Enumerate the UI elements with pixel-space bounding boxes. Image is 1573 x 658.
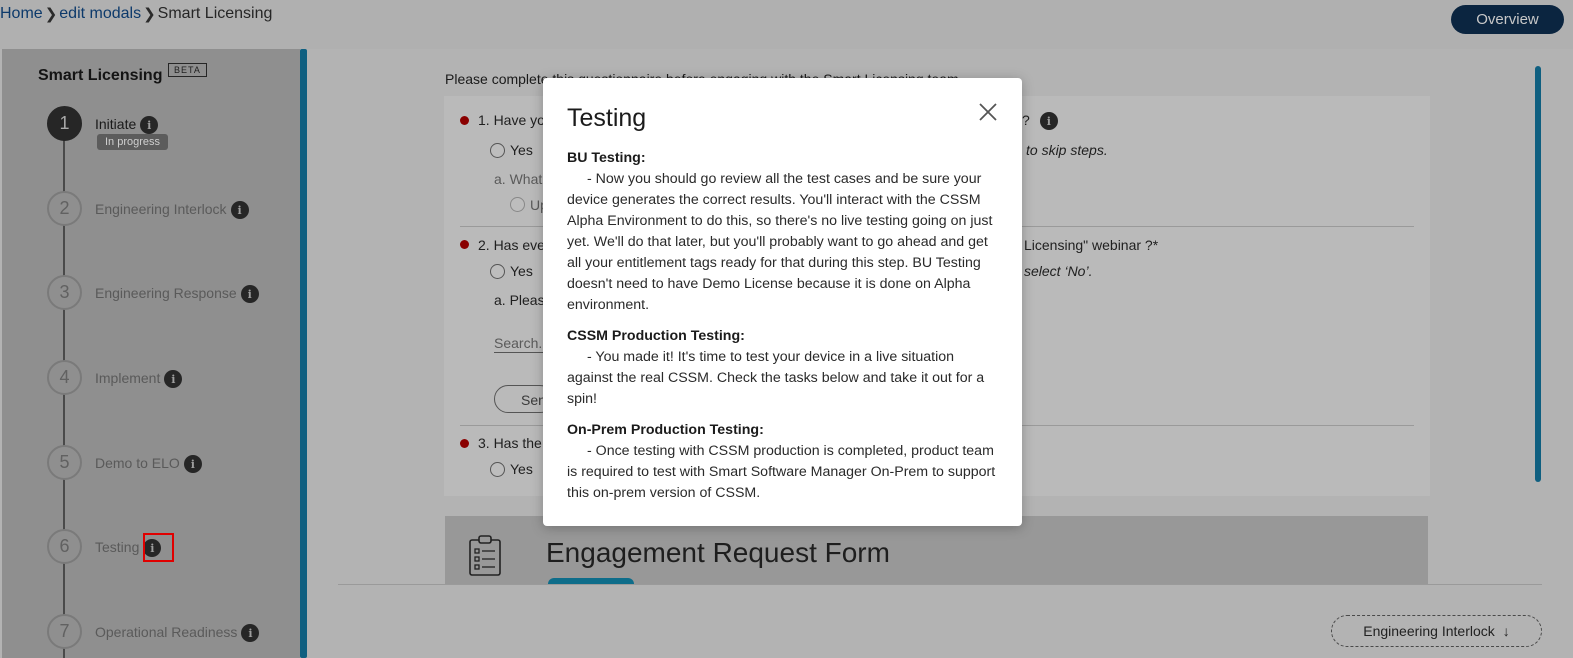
question-3-text: 3. Has the xyxy=(478,435,542,451)
sidebar-scrollbar[interactable] xyxy=(300,49,307,658)
q2-hint: select ‘No’. xyxy=(1024,263,1093,279)
step-number: 7 xyxy=(47,614,82,649)
top-header: Home ❯ edit modals ❯ Smart Licensing Ove… xyxy=(0,0,1573,49)
breadcrumb-chevron-icon: ❯ xyxy=(44,6,58,23)
breadcrumb-home-link[interactable]: Home xyxy=(0,5,43,23)
sidebar-step-testing[interactable]: 6 Testing i xyxy=(47,529,307,569)
info-icon[interactable]: i xyxy=(164,370,183,389)
step-number: 3 xyxy=(47,275,82,310)
q3-yes-radio[interactable] xyxy=(490,462,505,477)
beta-badge: BETA xyxy=(168,63,207,77)
step-label: Demo to ELO xyxy=(95,455,180,471)
sidebar-step-engineering-response[interactable]: 3 Engineering Response i xyxy=(47,275,307,315)
info-icon[interactable]: i xyxy=(230,201,249,220)
testing-info-highlight xyxy=(143,533,174,562)
breadcrumb: Home ❯ edit modals ❯ Smart Licensing xyxy=(0,5,272,23)
info-icon[interactable]: i xyxy=(240,285,259,304)
q2-yes-label: Yes xyxy=(510,263,533,279)
info-icon[interactable]: i xyxy=(140,116,159,135)
section-heading: BU Testing: xyxy=(567,150,646,166)
status-badge: In progress xyxy=(97,134,169,150)
sidebar: Smart Licensing BETA 1 Initiate i In prog… xyxy=(2,49,300,658)
overview-button[interactable]: Overview xyxy=(1451,5,1564,34)
section-body: - Now you should go review all the test … xyxy=(567,171,993,313)
q1-yes-label: Yes xyxy=(510,142,533,158)
step-number: 5 xyxy=(47,445,82,480)
step-number: 4 xyxy=(47,360,82,395)
step-label: Engineering Interlock xyxy=(95,201,227,217)
q3-yes-label: Yes xyxy=(510,461,533,477)
q1-sub-question: a. What xyxy=(494,171,543,187)
breadcrumb-chevron-icon: ❯ xyxy=(143,6,156,23)
sidebar-step-initiate[interactable]: 1 Initiate i In progress xyxy=(47,106,307,150)
info-icon[interactable]: i xyxy=(183,455,202,474)
q1-hint: to skip steps. xyxy=(1026,142,1108,158)
q1-yes-radio[interactable] xyxy=(490,143,505,158)
sidebar-step-demo-to-elo[interactable]: 5 Demo to ELO i xyxy=(47,445,307,485)
section-body: - You made it! It's time to test your de… xyxy=(567,349,985,407)
question-2-text: 2. Has eve xyxy=(478,237,545,253)
question-1-tail-text: ? xyxy=(1022,112,1030,128)
required-dot xyxy=(460,240,469,249)
step-number: 2 xyxy=(47,191,82,226)
question-2-tail: Licensing" webinar ?* xyxy=(1024,237,1159,253)
section-body: - Once testing with CSSM production is c… xyxy=(567,443,996,501)
step-label: Implement xyxy=(95,370,161,386)
next-step-button[interactable]: Engineering Interlock ↓ xyxy=(1331,615,1542,647)
step-label: Operational Readiness xyxy=(95,624,238,640)
section-heading: On-Prem Production Testing: xyxy=(567,422,764,438)
info-icon[interactable]: i xyxy=(1039,112,1058,131)
q1-sub-radio[interactable] xyxy=(510,197,525,212)
required-dot xyxy=(460,116,469,125)
q2-yes-radio[interactable] xyxy=(490,264,505,279)
breadcrumb-edit-modals-link[interactable]: edit modals xyxy=(59,5,141,23)
modal-title: Testing xyxy=(567,104,647,132)
step-number: 6 xyxy=(47,529,82,564)
sidebar-step-engineering-interlock[interactable]: 2 Engineering Interlock i xyxy=(47,191,307,231)
close-icon[interactable] xyxy=(976,100,1000,124)
next-step-label: Engineering Interlock xyxy=(1363,623,1495,639)
required-dot xyxy=(460,439,469,448)
clipboard-icon xyxy=(469,535,501,576)
testing-modal: Testing BU Testing: - Now you should go … xyxy=(543,78,1022,526)
step-label: Engineering Response xyxy=(95,285,237,301)
bottom-divider xyxy=(338,584,1542,585)
sidebar-step-implement[interactable]: 4 Implement i xyxy=(47,360,307,400)
step-number: 1 xyxy=(47,106,82,141)
step-label: Testing xyxy=(95,539,140,555)
breadcrumb-current: Smart Licensing xyxy=(157,5,273,22)
info-icon[interactable]: i xyxy=(241,624,260,643)
section-heading: CSSM Production Testing: xyxy=(567,328,745,344)
search-input[interactable]: Search... xyxy=(494,335,550,351)
q2-sub-question: a. Pleas xyxy=(494,292,545,308)
question-1-text: 1. Have yo xyxy=(478,112,545,128)
sidebar-title: Smart Licensing xyxy=(38,67,163,84)
arrow-down-icon: ↓ xyxy=(1502,623,1510,639)
engagement-form-title: Engagement Request Form xyxy=(546,537,890,568)
main-scrollbar[interactable] xyxy=(1535,66,1541,482)
question-1-tail: ? i xyxy=(1022,112,1058,131)
modal-body: BU Testing: - Now you should go review a… xyxy=(567,148,1003,514)
step-label: Initiate xyxy=(95,116,137,132)
sidebar-step-operational-readiness[interactable]: 7 Operational Readiness i xyxy=(47,614,307,654)
